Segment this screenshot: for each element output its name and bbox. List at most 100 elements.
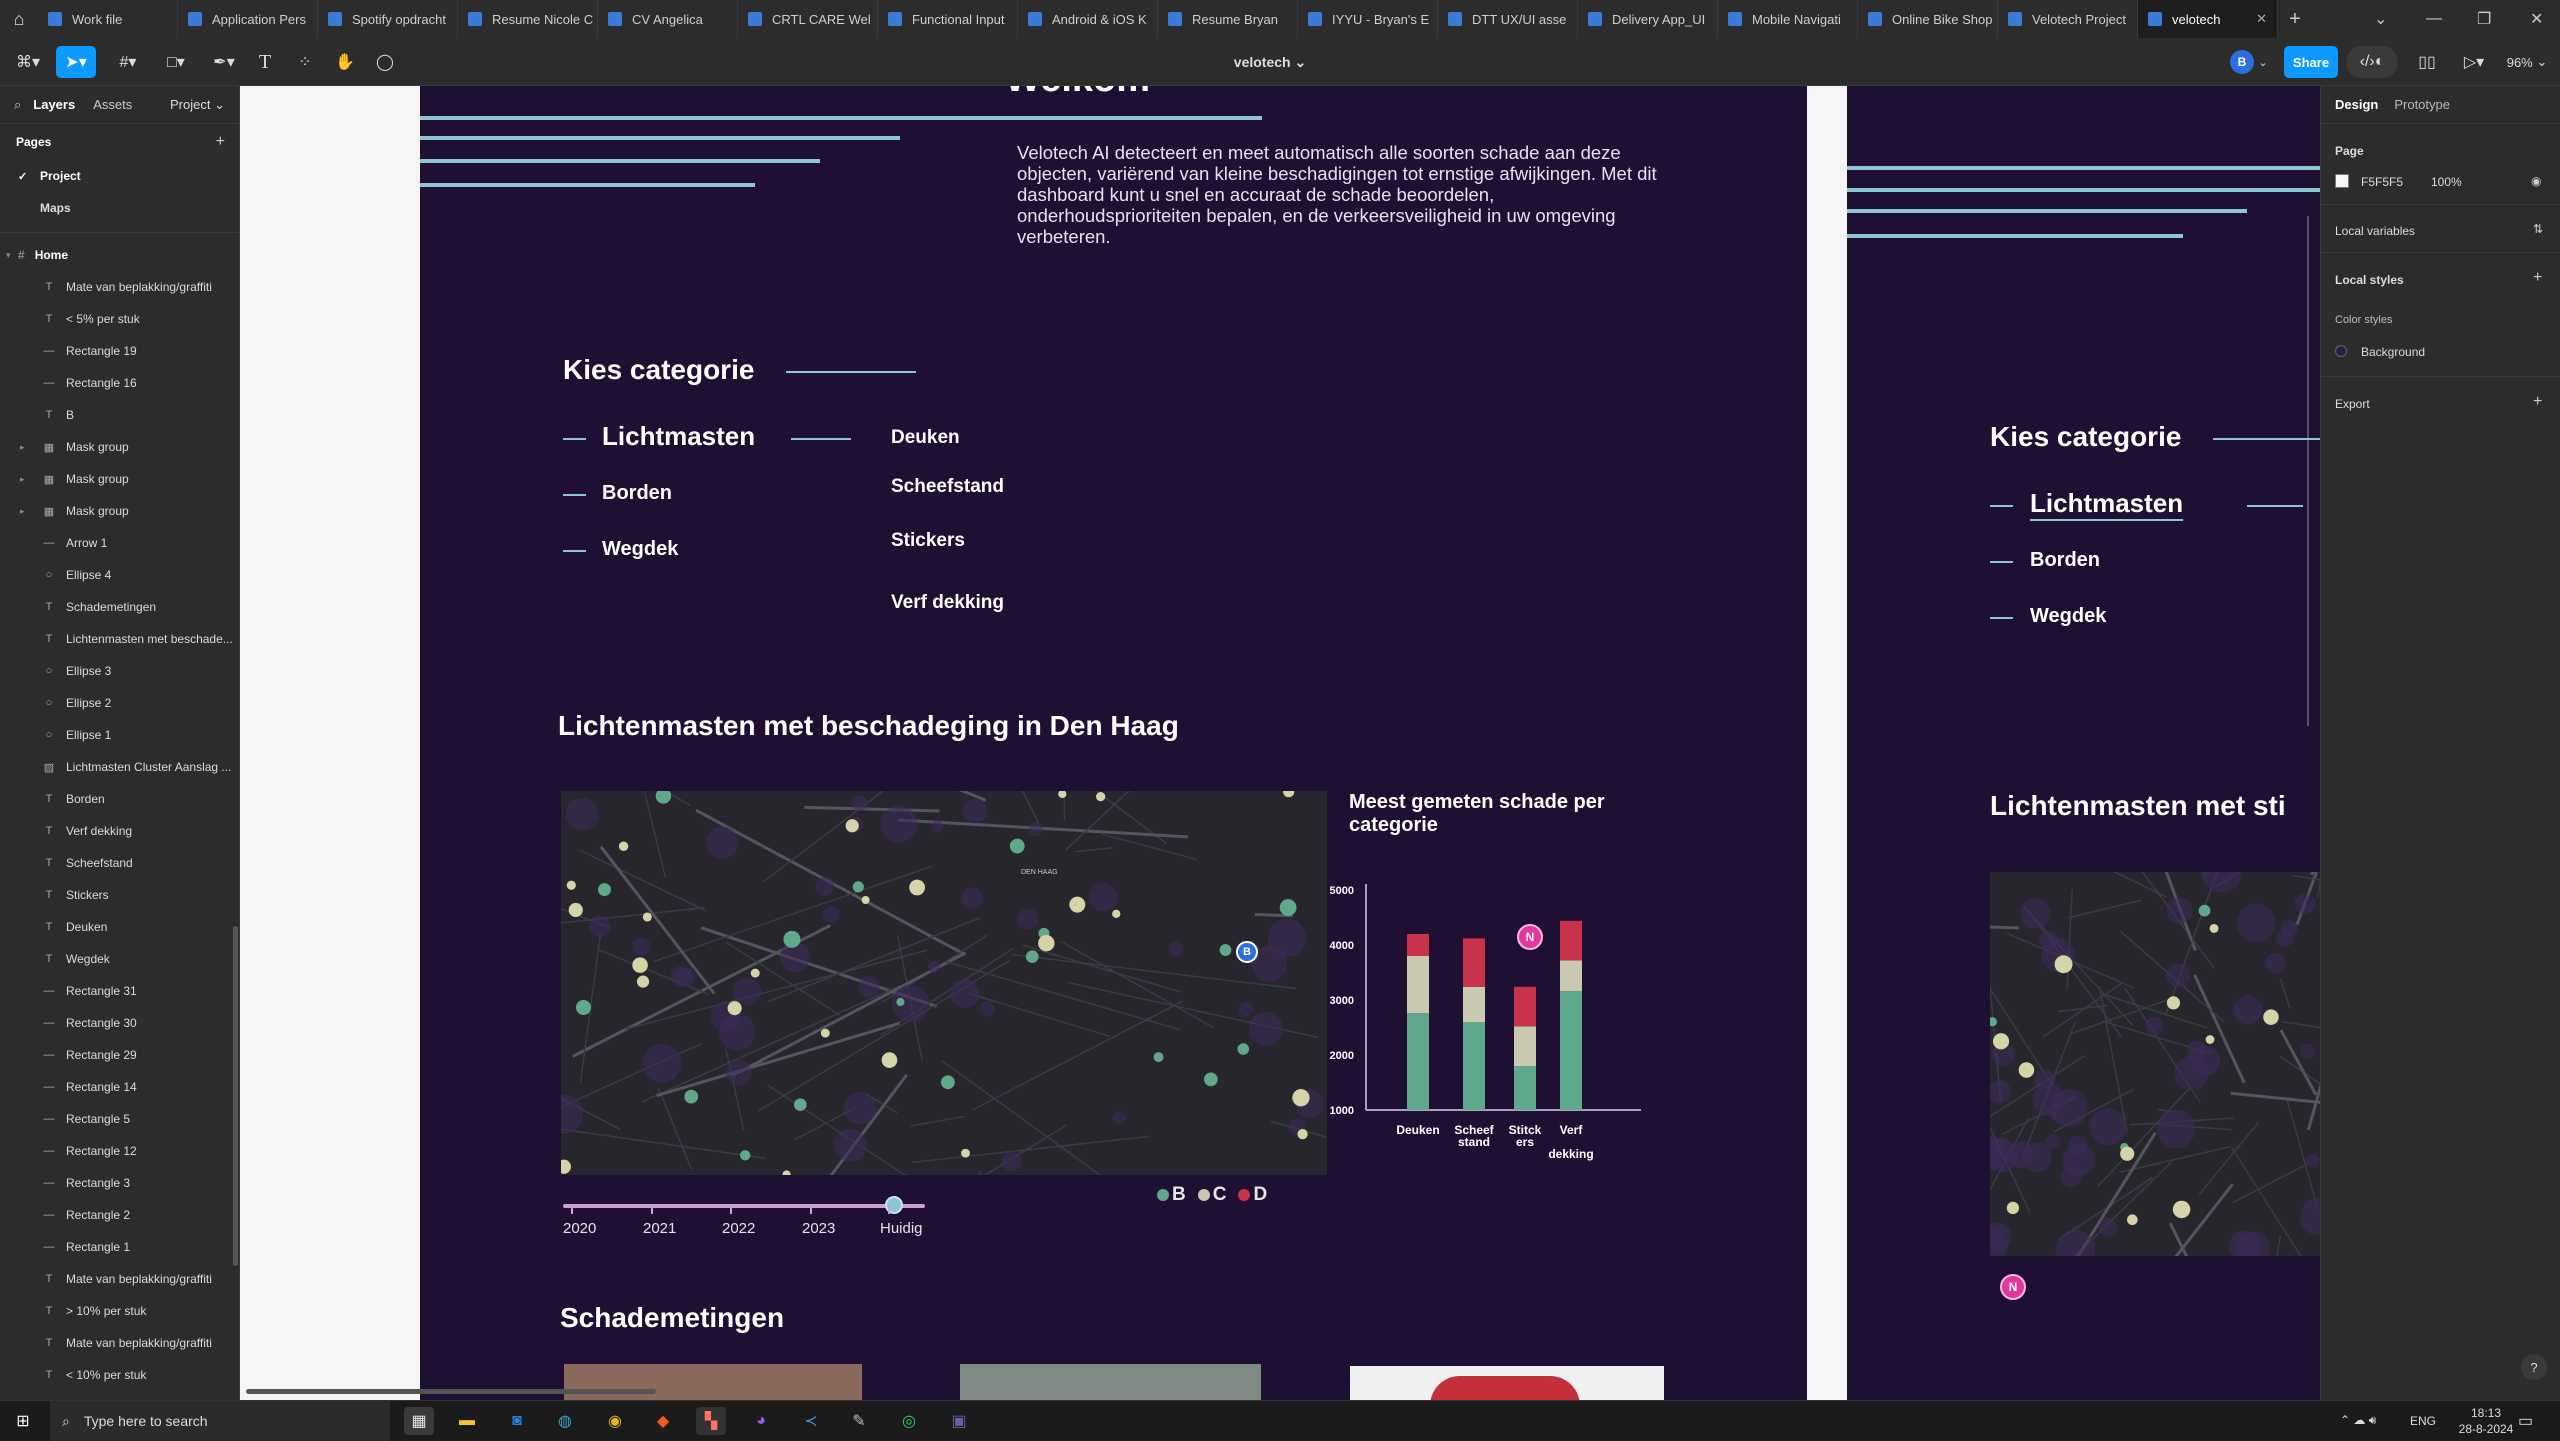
page-item-maps[interactable]: Maps — [0, 192, 239, 224]
layer-item[interactable]: ○ Ellipse 1 — [0, 719, 239, 751]
shape-tool-icon[interactable]: □▾ — [158, 46, 194, 78]
year-slider[interactable] — [563, 1204, 925, 1208]
layer-item[interactable]: — Rectangle 16 — [0, 367, 239, 399]
browser-tab[interactable]: Velotech Project — [1998, 0, 2138, 38]
tab-layers[interactable]: Layers — [33, 97, 75, 112]
windows-start-icon[interactable]: ⊞ — [8, 1407, 38, 1435]
figma-icon[interactable]: ▚ — [696, 1407, 726, 1435]
browser-tab[interactable]: CV Angelica — [598, 0, 738, 38]
damage-marker[interactable] — [881, 1052, 898, 1068]
help-button[interactable]: ? — [2521, 1354, 2547, 1380]
close-window-icon[interactable]: ✕ — [2530, 0, 2543, 38]
damage-marker[interactable] — [1112, 909, 1121, 919]
page-opacity-value[interactable]: 100% — [2431, 175, 2462, 189]
chevron-down-icon[interactable]: ⌄ — [2374, 0, 2387, 38]
browser-tab[interactable]: Mobile Navigati — [1718, 0, 1858, 38]
dev-mode-toggle[interactable]: ‹/›◐ — [2346, 46, 2398, 78]
minimize-icon[interactable]: — — [2426, 0, 2442, 38]
browser-tab[interactable]: Spotify opdracht — [318, 0, 458, 38]
browser-tab[interactable]: Application Pers — [178, 0, 318, 38]
layer-item[interactable]: ▸ ▦ Mask group — [0, 431, 239, 463]
damage-marker[interactable] — [684, 1089, 699, 1104]
taskbar-search[interactable]: ⌕ Type here to search — [50, 1401, 390, 1441]
layer-item[interactable]: T < 10% per stuk — [0, 1359, 239, 1391]
eye-icon[interactable]: ◉ — [2531, 174, 2541, 188]
browser-tab[interactable]: IYYU - Bryan's E — [1298, 0, 1438, 38]
page-color-swatch[interactable] — [2335, 174, 2349, 188]
layer-item[interactable]: T Mate van beplakking/graffiti — [0, 1263, 239, 1295]
layer-item[interactable]: T Verf dekking — [0, 815, 239, 847]
layer-item[interactable]: T Mate van beplakking/graffiti — [0, 1327, 239, 1359]
whatsapp-icon[interactable]: ◎ — [894, 1407, 924, 1435]
damage-marker[interactable] — [861, 895, 870, 904]
damage-map[interactable] — [1990, 872, 2320, 1256]
damage-marker[interactable] — [1237, 1043, 1250, 1055]
damage-marker[interactable] — [961, 1148, 970, 1158]
layer-item[interactable]: T Schademetingen — [0, 591, 239, 623]
project-menu[interactable]: Project ⌄ — [170, 97, 225, 113]
browser-tab[interactable]: CRTL CARE Wel — [738, 0, 878, 38]
layer-item[interactable]: T Borden — [0, 783, 239, 815]
category-lichtmasten[interactable]: Lichtmasten — [602, 421, 755, 452]
teams-icon[interactable]: ▣ — [944, 1407, 974, 1435]
subcategory-verf-dekking[interactable]: Verf dekking — [891, 592, 1004, 614]
damage-marker[interactable] — [1009, 838, 1025, 854]
clock[interactable]: 18:13 28-8-2024 — [2454, 1405, 2518, 1437]
damage-marker[interactable] — [2166, 996, 2181, 1010]
home-icon[interactable]: ⌂ — [0, 0, 38, 38]
layer-item[interactable]: T Deuken — [0, 911, 239, 943]
background-swatch[interactable] — [2335, 345, 2347, 357]
damage-marker[interactable] — [783, 930, 801, 948]
layer-item[interactable]: T Mate van beplakking/graffiti — [0, 271, 239, 303]
hand-tool-icon[interactable]: ✋ — [330, 46, 360, 78]
add-export-icon[interactable]: + — [2533, 393, 2542, 411]
chrome-icon[interactable]: ◉ — [600, 1407, 630, 1435]
damage-marker[interactable] — [1025, 950, 1039, 963]
damage-marker[interactable] — [896, 997, 905, 1007]
outlook-icon[interactable]: ◙ — [502, 1407, 532, 1435]
damage-marker[interactable] — [2172, 1200, 2191, 1219]
browser-tab[interactable]: Android & iOS K — [1018, 0, 1158, 38]
damage-marker[interactable] — [727, 1001, 742, 1016]
layer-item[interactable]: — Rectangle 14 — [0, 1071, 239, 1103]
search-icon[interactable]: ⌕ — [14, 97, 21, 113]
damage-marker[interactable] — [2006, 1201, 2020, 1215]
library-icon[interactable]: ▯▯ — [2412, 46, 2442, 78]
frame-velotech-variant[interactable]: Kies categorie Lichtmasten Borden Wegdek… — [1847, 86, 2320, 1400]
layer-item[interactable]: ▨ Lichtmasten Cluster Aanslag ... — [0, 751, 239, 783]
damage-marker[interactable] — [2018, 1062, 2035, 1078]
damage-marker[interactable] — [632, 957, 648, 973]
layer-item[interactable]: T < 5% per stuk — [0, 303, 239, 335]
category-borden[interactable]: Borden — [602, 482, 672, 505]
damage-marker[interactable] — [636, 975, 650, 988]
layers-scrollbar[interactable] — [233, 926, 238, 1266]
layer-item[interactable]: — Rectangle 30 — [0, 1007, 239, 1039]
layer-item[interactable]: ▸ ▦ Mask group — [0, 495, 239, 527]
damage-marker[interactable] — [2120, 1146, 2135, 1161]
discord-icon[interactable]: ◕ — [746, 1407, 776, 1435]
browser-tab[interactable]: Delivery App_UI — [1578, 0, 1718, 38]
category-wegdek[interactable]: Wegdek — [602, 538, 678, 561]
slider-year-label[interactable]: 2022 — [722, 1220, 755, 1237]
add-style-icon[interactable]: + — [2533, 269, 2542, 287]
layer-item[interactable]: ○ Ellipse 3 — [0, 655, 239, 687]
layer-item[interactable]: — Rectangle 31 — [0, 975, 239, 1007]
layer-item[interactable]: T Stickers — [0, 879, 239, 911]
caret-right-icon[interactable]: ▸ — [20, 474, 25, 485]
move-tool-icon[interactable]: ➤▾ — [56, 46, 96, 78]
canvas-scrollbar[interactable] — [246, 1389, 656, 1394]
damage-marker[interactable] — [2198, 904, 2211, 917]
language-indicator[interactable]: ENG — [2410, 1414, 2436, 1428]
style-background[interactable]: Background — [2361, 345, 2425, 359]
pen-tool-icon[interactable]: ✒▾ — [206, 46, 242, 78]
damage-marker[interactable] — [2127, 1214, 2138, 1226]
tab-prototype[interactable]: Prototype — [2394, 97, 2450, 112]
browser-tab[interactable]: Work file — [38, 0, 178, 38]
layer-item[interactable]: — Rectangle 1 — [0, 1231, 239, 1263]
layer-item[interactable]: T > 10% per stuk — [0, 1295, 239, 1327]
file-explorer-icon[interactable]: ▬ — [452, 1407, 482, 1435]
tab-design[interactable]: Design — [2335, 97, 2378, 112]
category-borden[interactable]: Borden — [2030, 549, 2100, 572]
frame-tool-icon[interactable]: #▾ — [110, 46, 146, 78]
damage-map[interactable]: DEN HAAG — [561, 791, 1327, 1175]
